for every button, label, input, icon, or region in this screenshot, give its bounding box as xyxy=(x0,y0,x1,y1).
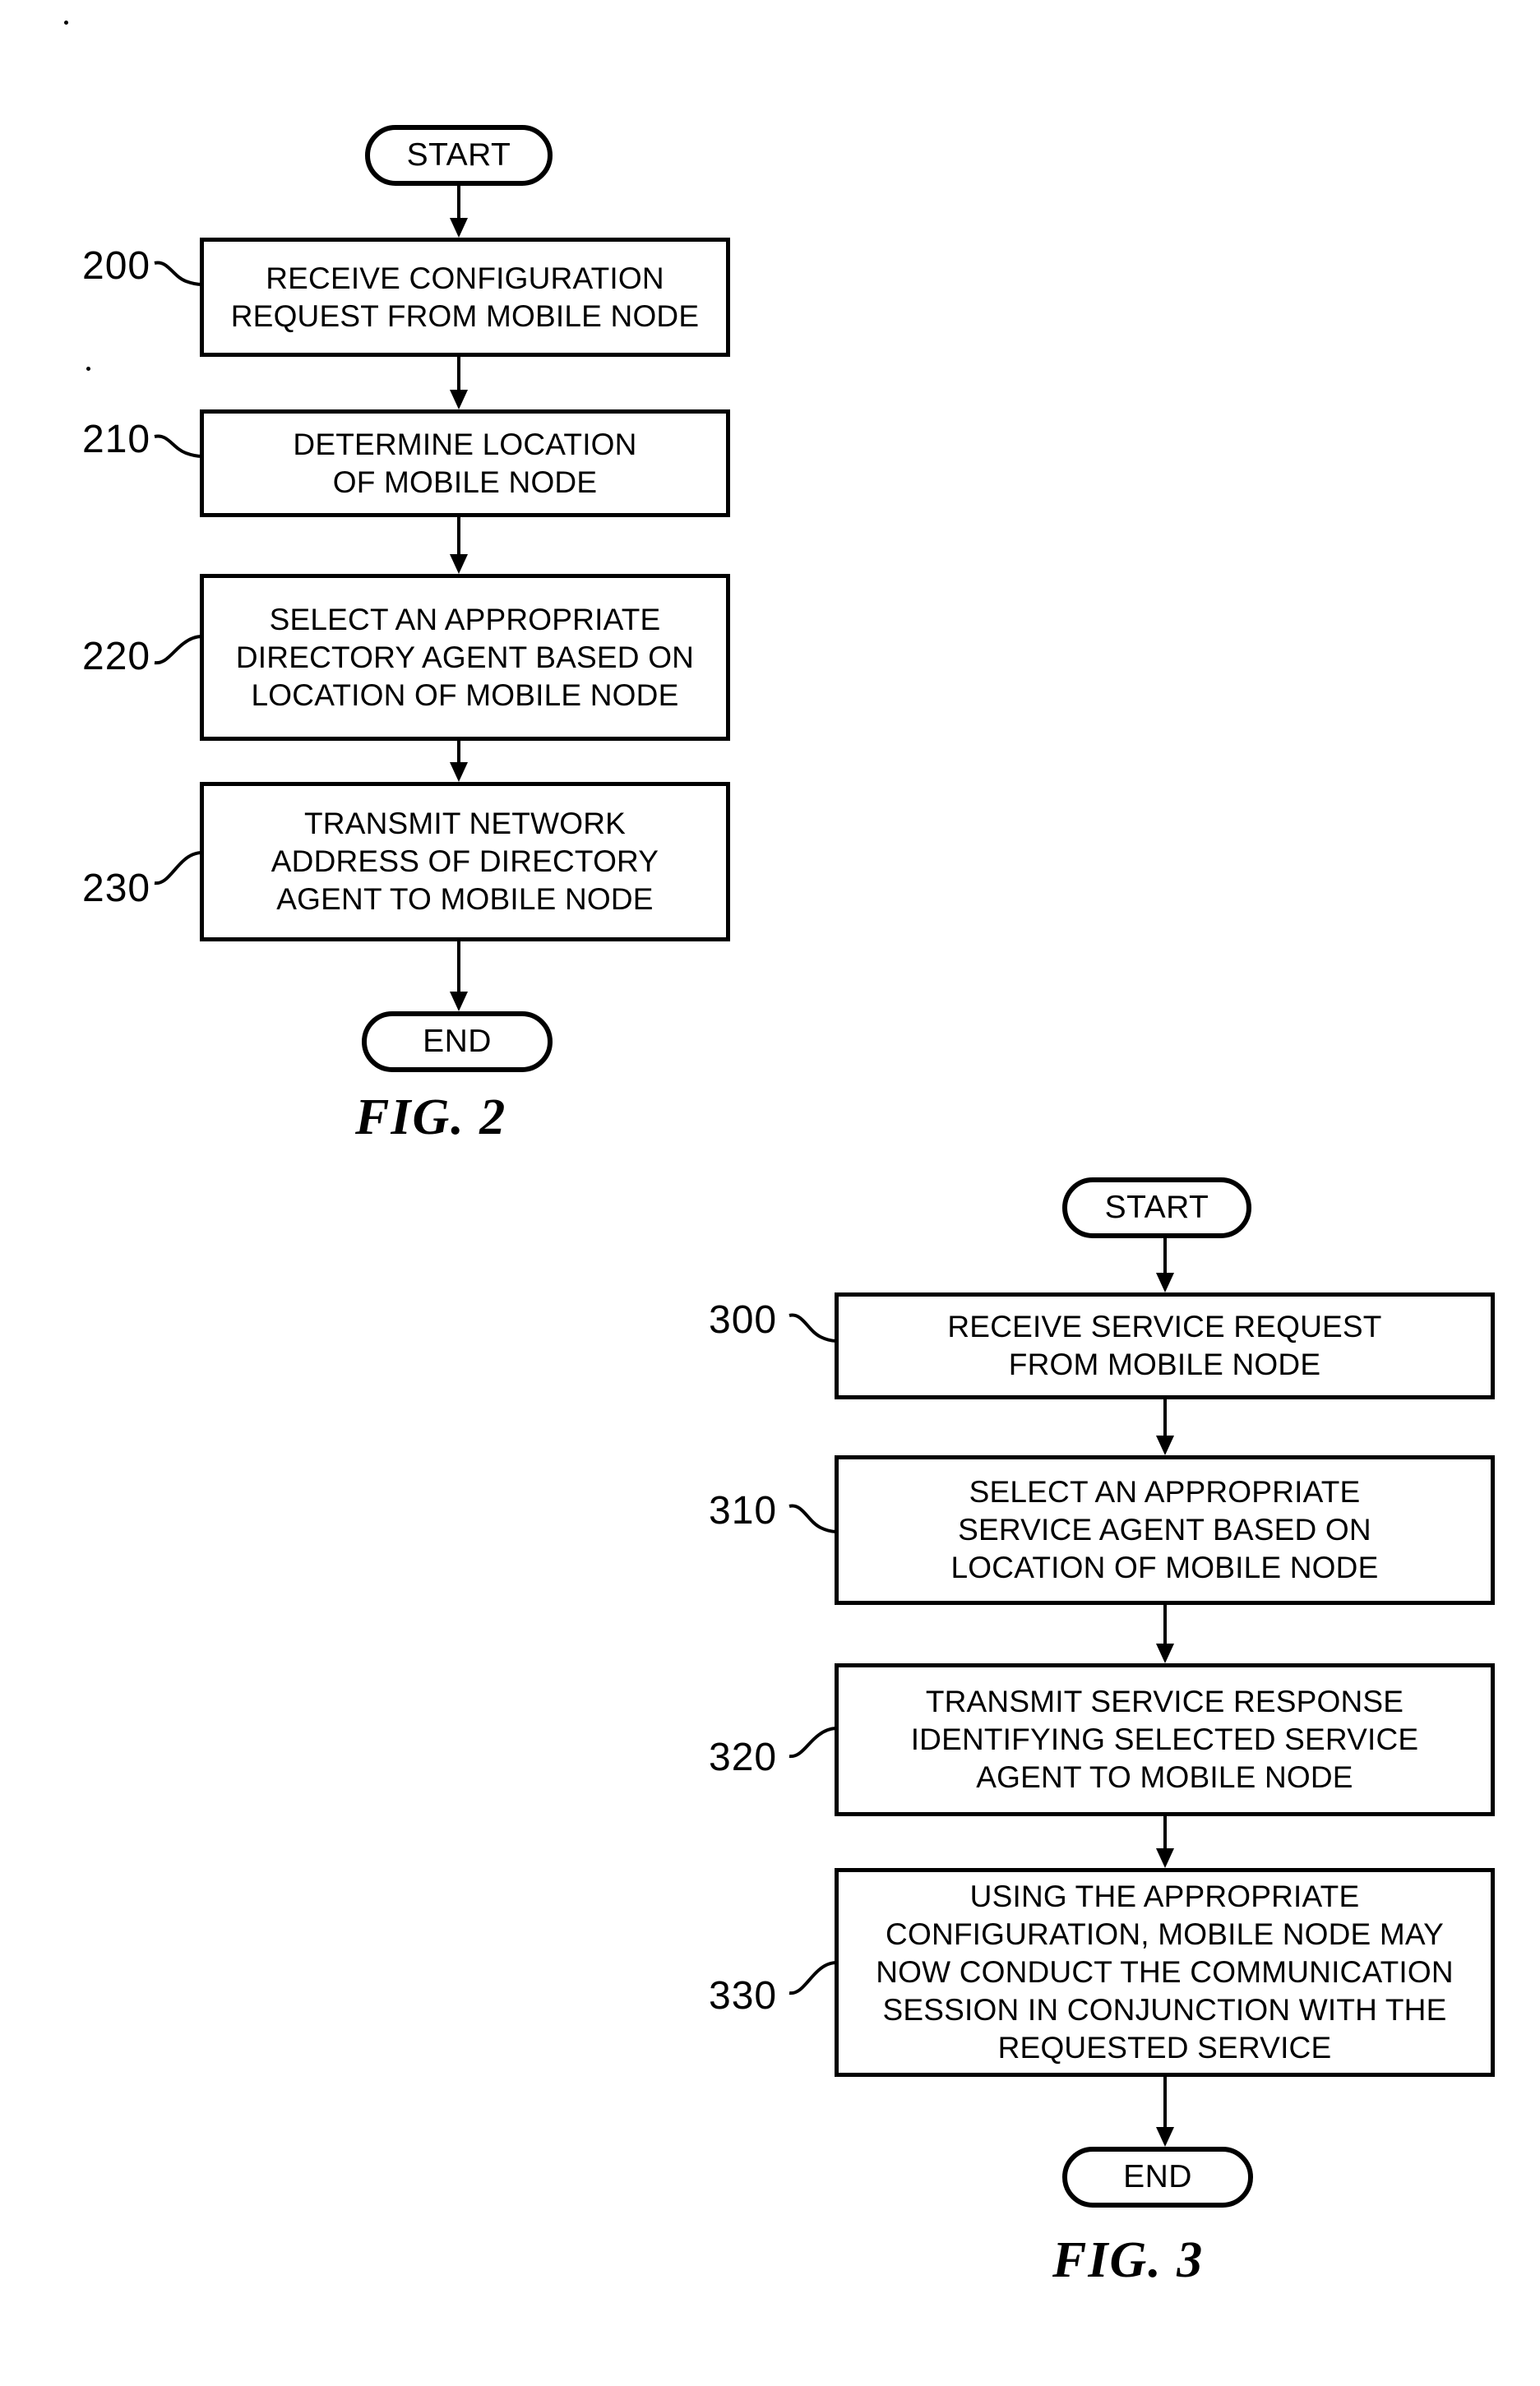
fig3-leader-330 xyxy=(788,1961,838,1995)
fig2-step-230-line-2: ADDRESS OF DIRECTORY xyxy=(271,844,659,878)
fig3-step-330-box: USING THE APPROPRIATE CONFIGURATION, MOB… xyxy=(835,1868,1495,2077)
fig2-end-terminator: END xyxy=(362,1011,553,1072)
fig3-connector-300-to-310 xyxy=(1149,1399,1182,1455)
fig3-step-320-line-3: AGENT TO MOBILE NODE xyxy=(976,1760,1353,1794)
fig2-step-230-line-3: AGENT TO MOBILE NODE xyxy=(276,882,654,916)
fig2-leader-210 xyxy=(154,434,203,458)
fig3-end-terminator: END xyxy=(1062,2147,1253,2208)
fig2-leader-230 xyxy=(154,851,203,886)
fig2-step-210-line-2: OF MOBILE NODE xyxy=(332,465,598,499)
fig2-step-210-box: DETERMINE LOCATION OF MOBILE NODE xyxy=(200,409,730,517)
fig2-connector-200-to-210 xyxy=(442,357,475,409)
fig2-step-200-line-1: RECEIVE CONFIGURATION xyxy=(266,261,664,295)
fig3-step-330-line-2: CONFIGURATION, MOBILE NODE MAY xyxy=(886,1917,1444,1951)
fig2-refnum-220: 220 xyxy=(82,635,151,678)
fig3-refnum-310: 310 xyxy=(709,1489,778,1533)
scan-speckle xyxy=(86,367,90,371)
fig3-leader-300 xyxy=(788,1313,838,1343)
fig2-refnum-230: 230 xyxy=(82,867,151,910)
fig3-refnum-300: 300 xyxy=(709,1298,778,1342)
fig2-start-terminator: START xyxy=(365,125,553,186)
fig3-refnum-320: 320 xyxy=(709,1736,778,1779)
fig2-connector-220-to-230 xyxy=(442,741,475,782)
fig3-leader-310 xyxy=(788,1504,838,1533)
fig3-connector-310-to-320 xyxy=(1149,1605,1182,1663)
fig3-caption: FIG. 3 xyxy=(1052,2232,1205,2288)
fig2-caption: FIG. 2 xyxy=(355,1089,507,1145)
fig2-start-label: START xyxy=(406,137,511,173)
fig3-step-310-box: SELECT AN APPROPRIATE SERVICE AGENT BASE… xyxy=(835,1455,1495,1605)
fig3-step-320-box: TRANSMIT SERVICE RESPONSE IDENTIFYING SE… xyxy=(835,1663,1495,1816)
fig2-step-230-box: TRANSMIT NETWORK ADDRESS OF DIRECTORY AG… xyxy=(200,782,730,941)
patent-drawing-sheet: START RECEIVE CONFIGURATION REQUEST FROM… xyxy=(0,0,1540,2386)
fig2-connector-start-to-200 xyxy=(442,186,475,238)
fig3-step-310-line-1: SELECT AN APPROPRIATE xyxy=(969,1475,1361,1509)
fig3-connector-330-to-end xyxy=(1149,2077,1182,2147)
fig2-step-220-line-3: LOCATION OF MOBILE NODE xyxy=(251,677,679,712)
fig3-step-300-line-1: RECEIVE SERVICE REQUEST xyxy=(947,1310,1382,1343)
fig3-start-label: START xyxy=(1104,1190,1209,1225)
fig3-step-320-line-2: IDENTIFYING SELECTED SERVICE xyxy=(910,1722,1419,1756)
fig3-connector-320-to-330 xyxy=(1149,1816,1182,1868)
fig3-step-320-line-1: TRANSMIT SERVICE RESPONSE xyxy=(925,1685,1404,1718)
fig2-step-220-line-2: DIRECTORY AGENT BASED ON xyxy=(235,640,695,674)
fig3-end-label: END xyxy=(1123,2159,1192,2194)
fig3-connector-start-to-300 xyxy=(1149,1238,1182,1292)
fig2-leader-220 xyxy=(154,635,203,665)
fig2-step-220-line-1: SELECT AN APPROPRIATE xyxy=(269,602,661,636)
fig2-step-230-line-1: TRANSMIT NETWORK xyxy=(303,807,626,840)
fig2-refnum-200: 200 xyxy=(82,244,151,288)
fig3-refnum-330: 330 xyxy=(709,1974,778,2018)
fig3-step-310-line-2: SERVICE AGENT BASED ON xyxy=(958,1513,1371,1547)
fig3-leader-320 xyxy=(788,1727,838,1759)
fig3-step-300-box: RECEIVE SERVICE REQUEST FROM MOBILE NODE xyxy=(835,1292,1495,1399)
fig2-end-label: END xyxy=(423,1024,492,1059)
fig3-step-300-line-2: FROM MOBILE NODE xyxy=(1008,1348,1321,1381)
fig3-start-terminator: START xyxy=(1062,1177,1251,1238)
fig2-step-200-line-2: REQUEST FROM MOBILE NODE xyxy=(230,298,700,333)
fig3-step-330-line-4: SESSION IN CONJUNCTION WITH THE xyxy=(882,1993,1447,2027)
fig2-refnum-210: 210 xyxy=(82,418,151,461)
fig3-step-330-line-1: USING THE APPROPRIATE xyxy=(969,1880,1360,1913)
fig2-step-220-box: SELECT AN APPROPRIATE DIRECTORY AGENT BA… xyxy=(200,574,730,741)
fig3-step-330-line-5: REQUESTED SERVICE xyxy=(997,2031,1332,2065)
fig2-step-200-box: RECEIVE CONFIGURATION REQUEST FROM MOBIL… xyxy=(200,238,730,357)
fig3-step-310-line-3: LOCATION OF MOBILE NODE xyxy=(950,1551,1379,1584)
fig2-leader-200 xyxy=(154,261,203,286)
fig2-connector-230-to-end xyxy=(442,941,475,1011)
fig3-step-330-line-3: NOW CONDUCT THE COMMUNICATION xyxy=(876,1955,1454,1989)
fig2-connector-210-to-220 xyxy=(442,517,475,574)
fig2-step-210-line-1: DETERMINE LOCATION xyxy=(293,427,637,461)
scan-speckle xyxy=(64,21,68,25)
